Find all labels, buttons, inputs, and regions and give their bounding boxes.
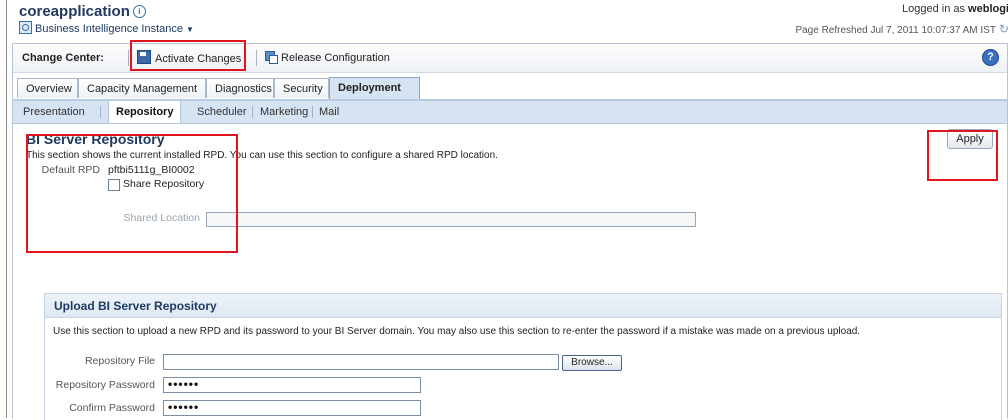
repository-file-input[interactable] <box>163 354 559 370</box>
confirm-password-label: Confirm Password <box>69 402 155 414</box>
app-title: coreapplication i <box>19 3 146 20</box>
tab-security[interactable]: Security <box>274 78 329 98</box>
upload-section-header: Upload BI Server Repository <box>45 294 1001 318</box>
activate-changes-label: Activate Changes <box>155 53 242 65</box>
page-header: coreapplication i Business Intelligence I… <box>7 0 1008 36</box>
logged-in-prefix: Logged in as <box>901 3 965 15</box>
subtab-scheduler[interactable]: Scheduler <box>197 105 247 119</box>
upload-section-description: Use this section to upload a new RPD and… <box>53 326 861 337</box>
share-repository-label[interactable]: Share Repository <box>123 178 204 190</box>
browse-button[interactable]: Browse... <box>562 355 622 371</box>
subtab-presentation[interactable]: Presentation <box>23 105 85 119</box>
refresh-icon[interactable]: ↻ <box>999 22 1008 36</box>
upload-section-title: Upload BI Server Repository <box>54 299 217 313</box>
instance-menu[interactable]: Business Intelligence Instance ▼ <box>19 21 194 35</box>
toolbar-divider <box>128 50 129 66</box>
upload-section: Upload BI Server Repository Use this sec… <box>44 293 1002 420</box>
confirm-password-input[interactable]: •••••• <box>163 400 421 416</box>
app-title-text: coreapplication <box>19 3 130 20</box>
change-center-toolbar: Change Center: Activate Changes Release … <box>13 44 1007 73</box>
release-configuration-label: Release Configuration <box>281 52 390 64</box>
section-description: This section shows the current installed… <box>26 150 498 161</box>
page-refreshed: Page Refreshed Jul 7, 2011 10:07:37 AM I… <box>795 22 1008 36</box>
change-center-label: Change Center: <box>22 52 104 64</box>
chevron-down-icon: ▼ <box>185 25 194 34</box>
tab-overview[interactable]: Overview <box>17 78 78 98</box>
default-rpd-label: Default RPD <box>41 164 100 176</box>
tab-diagnostics-label: Diagnostics <box>215 83 272 95</box>
repository-file-label: Repository File <box>84 355 155 367</box>
subtab-divider <box>312 106 313 118</box>
logged-in-user[interactable]: weblogi <box>968 3 1008 15</box>
help-icon[interactable]: ? <box>982 49 999 66</box>
repository-password-label: Repository Password <box>55 379 155 391</box>
subtab-marketing[interactable]: Marketing <box>260 105 308 119</box>
page-refreshed-text: Page Refreshed Jul 7, 2011 10:07:37 AM I… <box>795 25 996 36</box>
share-repository-checkbox[interactable] <box>108 179 120 191</box>
logged-in-info: Logged in as weblogi <box>902 3 1008 15</box>
apply-button[interactable]: Apply <box>947 129 993 149</box>
subtab-divider <box>252 106 253 118</box>
tab-capacity-management-label: Capacity Management <box>87 83 198 95</box>
toolbar-divider <box>256 50 257 66</box>
tab-security-label: Security <box>283 83 323 95</box>
release-configuration-button[interactable]: Release Configuration <box>265 50 390 66</box>
subtab-repository[interactable]: Repository <box>108 101 182 123</box>
tab-diagnostics[interactable]: Diagnostics <box>206 78 274 98</box>
default-rpd-value: pftbi5111g_BI0002 <box>108 164 195 176</box>
tab-deployment[interactable]: Deployment <box>329 77 420 99</box>
tab-capacity-management[interactable]: Capacity Management <box>78 78 206 98</box>
instance-icon <box>19 21 32 34</box>
browser-frame: coreapplication i Business Intelligence I… <box>6 0 1008 420</box>
section-title: BI Server Repository <box>26 131 165 147</box>
repository-password-input[interactable]: •••••• <box>163 377 421 393</box>
tab-deployment-label: Deployment <box>338 82 401 94</box>
release-configuration-icon <box>265 51 278 64</box>
shared-location-input[interactable] <box>206 212 696 227</box>
save-icon <box>137 50 151 64</box>
main-panel: Change Center: Activate Changes Release … <box>12 43 1008 420</box>
instance-label: Business Intelligence Instance <box>35 23 183 35</box>
activate-changes-button[interactable]: Activate Changes <box>137 50 241 66</box>
subtab-mail[interactable]: Mail <box>319 105 339 119</box>
subtab-divider <box>100 106 101 118</box>
tab-overview-label: Overview <box>26 83 72 95</box>
deployment-subtabs: Presentation Repository Scheduler Market… <box>13 101 1007 124</box>
info-icon[interactable]: i <box>132 5 146 18</box>
shared-location-label: Shared Location <box>123 212 200 224</box>
